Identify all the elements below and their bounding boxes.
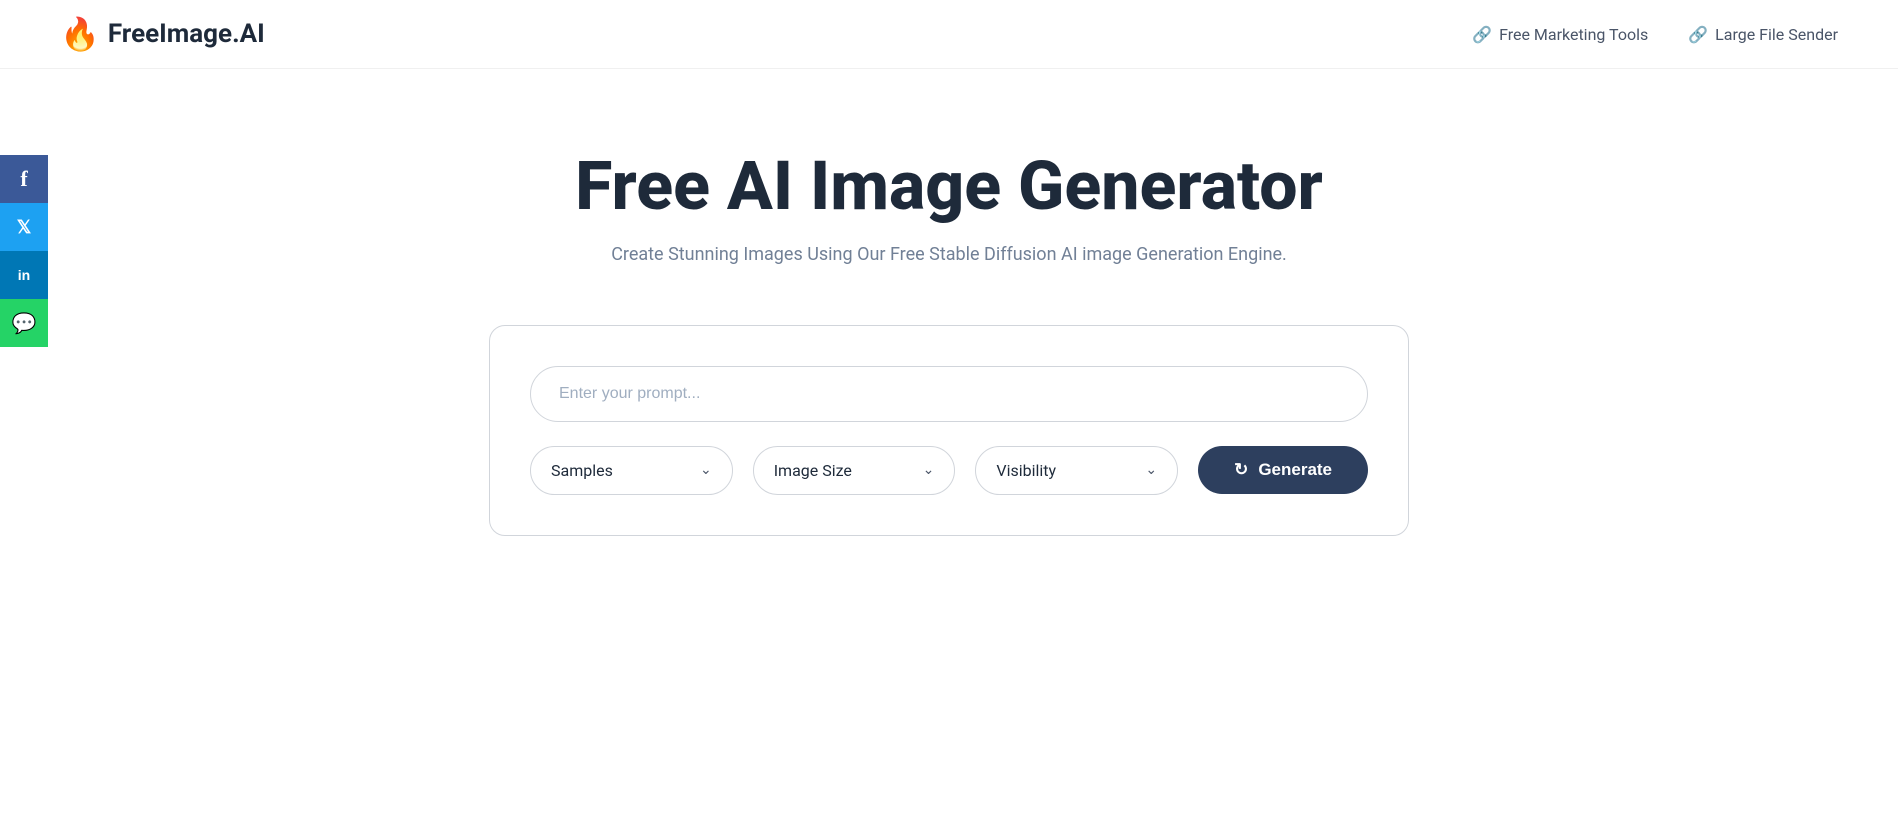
controls-row: Samples ⌄ Image Size ⌄ Visibility ⌄ ↻ Ge… [530,446,1368,495]
image-size-label: Image Size [774,461,852,480]
logo-text: FreeImage.AI [108,19,265,49]
samples-dropdown[interactable]: Samples ⌄ [530,446,733,495]
generate-label: Generate [1258,460,1332,480]
logo-link[interactable]: 🔥 FreeImage.AI [60,18,265,50]
hero-subtitle: Create Stunning Images Using Our Free St… [611,244,1287,265]
nav-link-free-marketing-tools[interactable]: 🔗 Free Marketing Tools [1472,25,1648,44]
link-icon-marketing: 🔗 [1472,25,1492,44]
samples-chevron-icon: ⌄ [700,462,712,478]
linkedin-icon: in [18,267,30,283]
generate-refresh-icon: ↻ [1234,460,1248,480]
social-facebook-button[interactable]: f [0,155,48,203]
facebook-icon: f [20,166,27,192]
social-sidebar: f 𝕏 in 💬 [0,155,48,347]
generator-card: Samples ⌄ Image Size ⌄ Visibility ⌄ ↻ Ge… [489,325,1409,536]
generate-button[interactable]: ↻ Generate [1198,446,1368,494]
main-content: Free AI Image Generator Create Stunning … [0,69,1898,596]
link-icon-file-sender: 🔗 [1688,25,1708,44]
social-linkedin-button[interactable]: in [0,251,48,299]
header: 🔥 FreeImage.AI 🔗 Free Marketing Tools 🔗 … [0,0,1898,69]
nav-label-large-file-sender: Large File Sender [1715,25,1838,44]
whatsapp-icon: 💬 [12,311,37,336]
twitter-icon: 𝕏 [17,217,32,238]
samples-label: Samples [551,461,613,480]
nav-label-free-marketing-tools: Free Marketing Tools [1499,25,1648,44]
visibility-label: Visibility [996,461,1056,480]
visibility-chevron-icon: ⌄ [1145,462,1157,478]
social-twitter-button[interactable]: 𝕏 [0,203,48,251]
prompt-input[interactable] [530,366,1368,422]
image-size-dropdown[interactable]: Image Size ⌄ [753,446,956,495]
hero-title: Free AI Image Generator [575,149,1323,224]
logo-icon: 🔥 [60,18,100,50]
social-whatsapp-button[interactable]: 💬 [0,299,48,347]
nav-link-large-file-sender[interactable]: 🔗 Large File Sender [1688,25,1838,44]
image-size-chevron-icon: ⌄ [923,462,935,478]
main-nav: 🔗 Free Marketing Tools 🔗 Large File Send… [1472,25,1838,44]
visibility-dropdown[interactable]: Visibility ⌄ [975,446,1178,495]
